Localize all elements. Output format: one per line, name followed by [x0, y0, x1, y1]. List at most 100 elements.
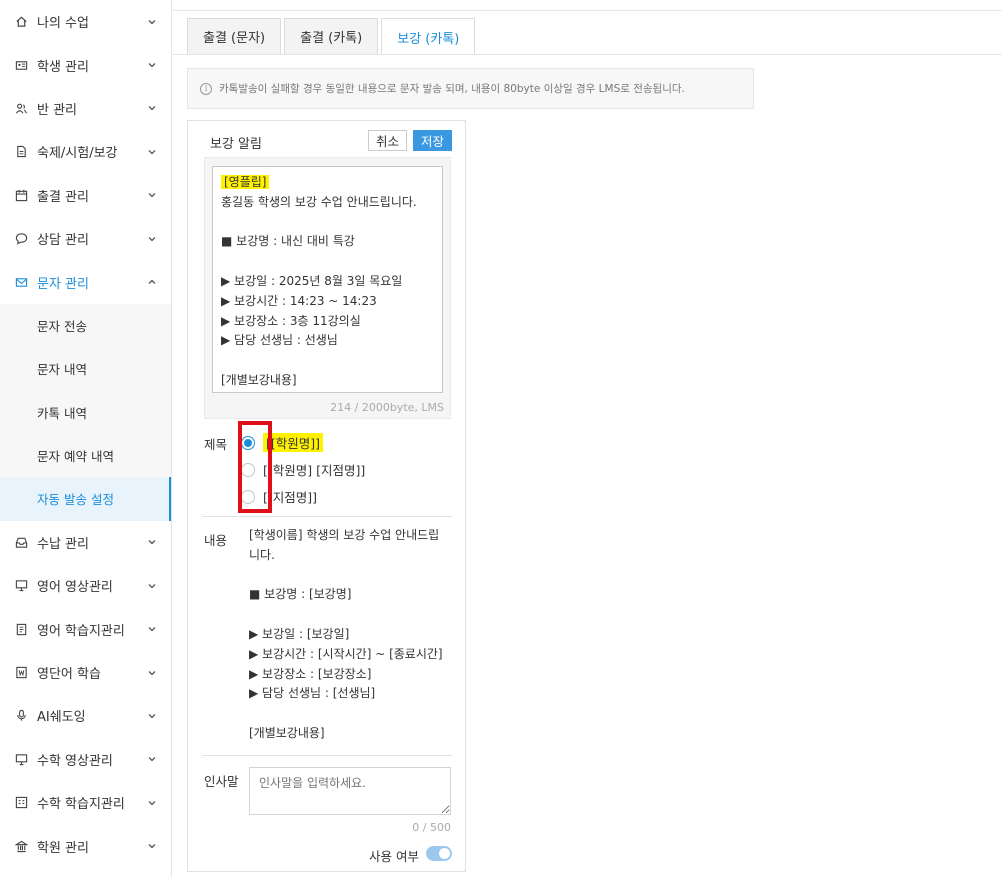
sidebar-item-payments[interactable]: 수납 관리: [0, 521, 171, 564]
preview-line: ▶ 보강시간 : 14:23 ~ 14:23: [221, 293, 377, 308]
chevron-down-icon: [147, 581, 157, 591]
content-line: ▶ 보강장소 : [보강장소]: [249, 666, 372, 681]
notice-banner: i 카톡발송이 실패할 경우 동일한 내용으로 문자 발송 되며, 내용이 80…: [187, 68, 754, 109]
highlight-annotation-box: [238, 421, 272, 513]
sidebar-subitem-kakao-history[interactable]: 카톡 내역: [0, 390, 171, 434]
inbox-icon: [14, 535, 28, 549]
content-line: 니다.: [249, 547, 275, 562]
greeting-char-counter: 0 / 500: [412, 821, 451, 834]
sidebar-item-label: 반 관리: [37, 102, 78, 118]
preview-line: 홍길동 학생의 보강 수업 안내드립니다.: [221, 194, 417, 209]
sidebar-subitem-auto-send-settings[interactable]: 자동 발송 설정: [0, 477, 171, 521]
sidebar-item-students[interactable]: 학생 관리: [0, 43, 171, 86]
content-label: 내용: [204, 533, 228, 548]
sidebar-item-my-class[interactable]: 나의 수업: [0, 0, 171, 43]
sidebar-item-vocabulary[interactable]: 영단어 학습: [0, 651, 171, 694]
divider: [202, 516, 452, 517]
sidebar-item-english-video[interactable]: 영어 영상관리: [0, 564, 171, 607]
building-icon: [14, 839, 28, 853]
sidebar-item-math-video[interactable]: 수학 영상관리: [0, 738, 171, 781]
subject-label: 제목: [204, 437, 228, 452]
tab-divider: [173, 54, 1002, 55]
preview-line: [개별보강내용]: [221, 372, 297, 387]
chevron-down-icon: [147, 711, 157, 721]
tab-attendance-kakao[interactable]: 출결 (카톡): [284, 18, 379, 54]
id-card-icon: [14, 58, 28, 72]
chevron-down-icon: [147, 234, 157, 244]
sidebar-item-messages[interactable]: 문자 관리: [0, 260, 171, 303]
sidebar-item-counseling[interactable]: 상담 관리: [0, 217, 171, 260]
chevron-up-icon: [147, 277, 157, 287]
greeting-label: 인사말: [204, 774, 239, 789]
panel-title: 보강 알림: [210, 137, 262, 152]
tab-bar: 출결 (문자) 출결 (카톡) 보강 (카톡): [187, 18, 476, 55]
chevron-down-icon: [147, 754, 157, 764]
sidebar: 나의 수업 학생 관리 반 관리 숙제/시험/보강 출결 관리 상담 관리 문자…: [0, 0, 172, 877]
byte-counter: 214 / 2000byte, LMS: [330, 401, 444, 414]
preview-line: ▶ 보강장소 : 3층 11강의실: [221, 313, 361, 328]
content-template: [학생이름] 학생의 보강 수업 안내드립 니다. ■ 보강명 : [보강명] …: [249, 526, 454, 744]
preview-subject-line: [영플립]: [221, 173, 434, 193]
message-preview[interactable]: [영플립] 홍길동 학생의 보강 수업 안내드립니다. ■ 보강명 : 내신 대…: [212, 166, 443, 393]
greeting-input[interactable]: [249, 767, 451, 815]
content-line: ▶ 보강일 : [보강일]: [249, 626, 350, 641]
sidebar-item-math-worksheet[interactable]: 수학 학습지관리: [0, 781, 171, 824]
chevron-down-icon: [147, 624, 157, 634]
sidebar-item-english-worksheet[interactable]: 영어 학습지관리: [0, 607, 171, 650]
content-line: [학생이름] 학생의 보강 수업 안내드립: [249, 528, 440, 542]
sidebar-subitem-message-history[interactable]: 문자 내역: [0, 347, 171, 391]
sidebar-item-label: 수납 관리: [37, 536, 89, 552]
tab-attendance-sms[interactable]: 출결 (문자): [187, 18, 282, 54]
top-divider: [173, 10, 1002, 11]
sidebar-item-attendance[interactable]: 출결 관리: [0, 174, 171, 217]
content-line: ▶ 담당 선생님 : [선생님]: [249, 686, 376, 701]
monitor-icon: [14, 752, 28, 766]
content-line: [249, 605, 454, 625]
calendar-icon: [14, 188, 28, 202]
sidebar-item-homework[interactable]: 숙제/시험/보강: [0, 130, 171, 173]
sidebar-item-label: 숙제/시험/보강: [37, 146, 118, 162]
sidebar-item-academy[interactable]: 학원 관리: [0, 824, 171, 867]
users-icon: [14, 101, 28, 115]
sidebar-item-label: 수학 학습지관리: [37, 797, 125, 813]
cancel-button[interactable]: 취소: [368, 130, 408, 151]
tab-makeup-kakao[interactable]: 보강 (카톡): [381, 18, 476, 55]
use-toggle[interactable]: [426, 846, 452, 861]
save-button[interactable]: 저장: [413, 130, 453, 151]
sidebar-item-label: 영어 영상관리: [37, 580, 113, 596]
sidebar-item-label: 문자 관리: [37, 276, 89, 292]
chevron-down-icon: [147, 60, 157, 70]
chat-icon: [14, 232, 28, 246]
sidebar-subitem-send-message[interactable]: 문자 전송: [0, 303, 171, 348]
content-line: [249, 566, 454, 586]
notice-text: 카톡발송이 실패할 경우 동일한 내용으로 문자 발송 되며, 내용이 80by…: [219, 83, 685, 95]
chevron-down-icon: [147, 190, 157, 200]
subject-option-label: [[학원명]]: [263, 433, 324, 452]
sidebar-item-label: 수학 영상관리: [37, 753, 113, 769]
chevron-down-icon: [147, 537, 157, 547]
preview-line: ▶ 보강일 : 2025년 8월 3일 목요일: [221, 273, 403, 288]
document-icon: [14, 145, 28, 159]
book-icon: [14, 622, 28, 636]
mail-icon: [14, 275, 28, 289]
sidebar-item-label: 학원 관리: [37, 840, 89, 856]
sidebar-item-label: 학생 관리: [37, 59, 89, 75]
chevron-down-icon: [147, 798, 157, 808]
sidebar-subitem-scheduled-messages[interactable]: 문자 예약 내역: [0, 433, 171, 478]
sidebar-item-ai-shadowing[interactable]: AI쉐도잉: [0, 694, 171, 737]
word-book-icon: [14, 666, 28, 680]
preview-line: [221, 351, 434, 371]
preview-subject-highlight: [영플립]: [221, 175, 270, 189]
subject-option-label: [[학원명] [지점명]]: [263, 463, 366, 478]
info-icon: i: [200, 82, 212, 95]
chevron-down-icon: [147, 103, 157, 113]
sidebar-item-label: 출결 관리: [37, 189, 89, 205]
preview-line: ■ 보강명 : 내신 대비 특강: [221, 234, 355, 249]
sidebar-item-label: 영어 학습지관리: [37, 623, 125, 639]
content-line: [249, 704, 454, 724]
chevron-down-icon: [147, 841, 157, 851]
monitor-icon: [14, 579, 28, 593]
chevron-down-icon: [147, 147, 157, 157]
makeup-notification-panel: 보강 알림 취소 저장 [영플립] 홍길동 학생의 보강 수업 안내드립니다. …: [187, 120, 466, 872]
sidebar-item-classes[interactable]: 반 관리: [0, 87, 171, 130]
